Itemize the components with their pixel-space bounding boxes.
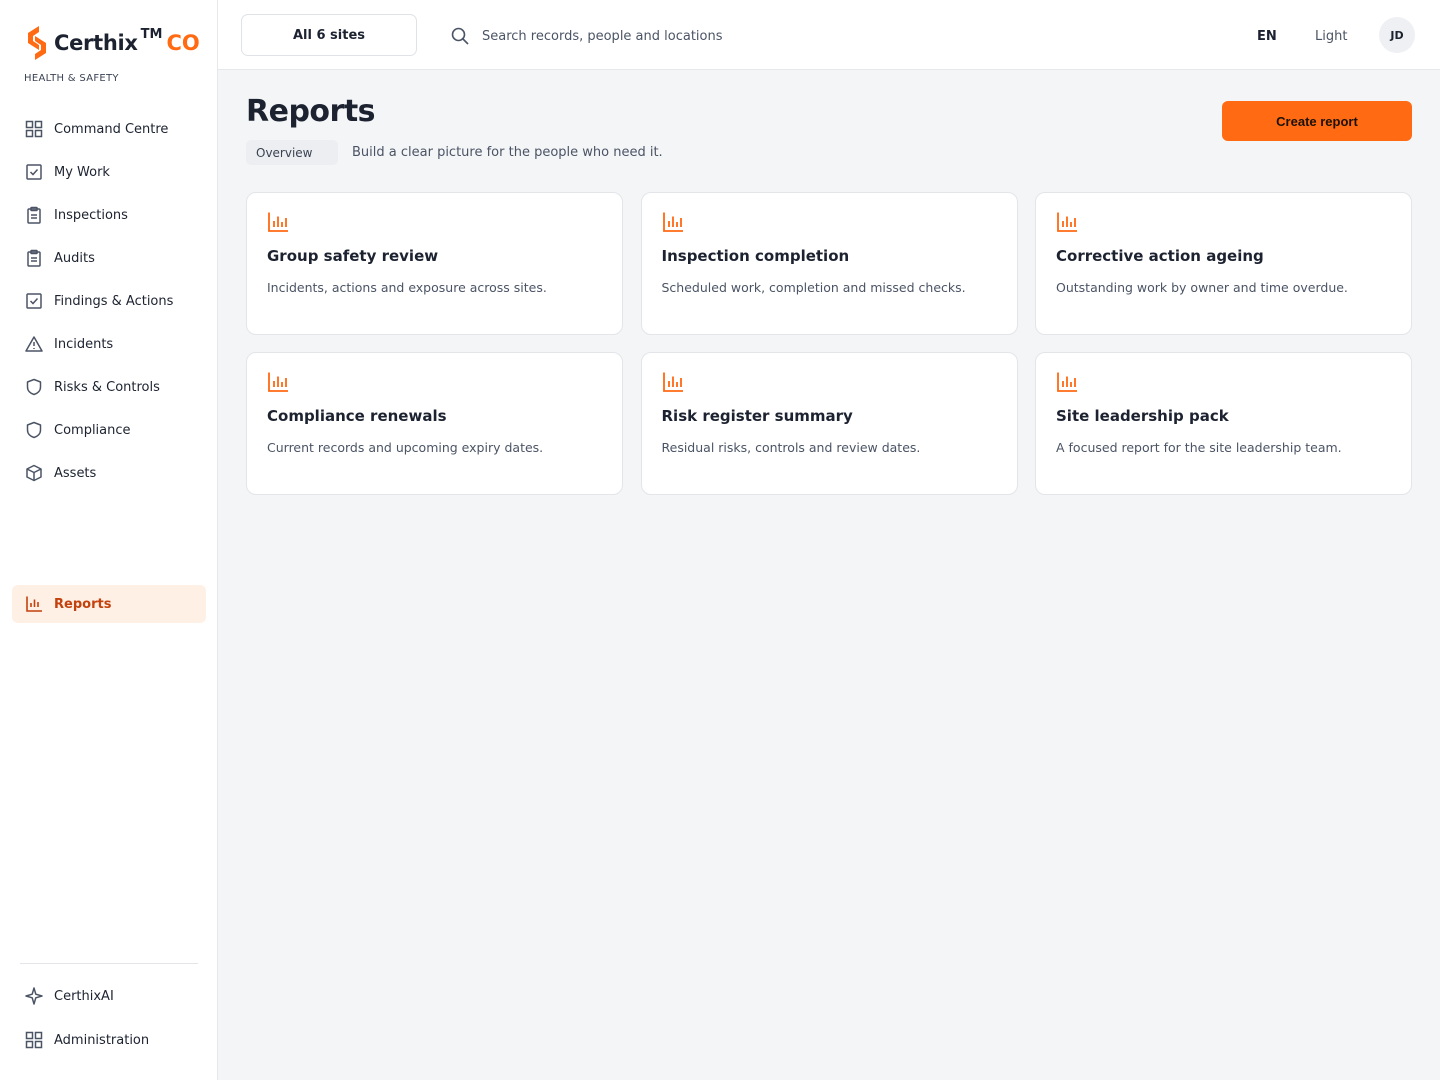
sidebar-item-reports[interactable]: Reports [12, 585, 206, 623]
sidebar-item-command-centre[interactable]: Command Centre [12, 110, 206, 148]
sidebar-item-incidents[interactable]: Incidents [12, 325, 206, 363]
brand-logo[interactable]: Certhix TM CO [24, 24, 200, 62]
theme-toggle[interactable]: Light [1315, 29, 1347, 44]
report-card-title: Site leadership pack [1056, 407, 1229, 425]
site-selector[interactable]: All 6 sites [241, 14, 417, 56]
sidebar-item-my-work[interactable]: My Work [12, 153, 206, 191]
user-avatar[interactable]: JD [1379, 17, 1415, 53]
certhix-logo-icon [28, 26, 46, 60]
sidebar-nav: Command Centre My Work Inspections Audit… [12, 110, 206, 497]
sidebar-item-label: Audits [54, 250, 95, 266]
page-title: Reports [246, 94, 376, 129]
language-switcher[interactable]: EN [1257, 29, 1277, 44]
bar-chart-icon [662, 372, 683, 392]
bar-chart-icon [1057, 372, 1077, 392]
sidebar-item-inspections[interactable]: Inspections [12, 196, 206, 234]
brand-name: Certhix [54, 31, 138, 55]
sidebar-item-risks-controls[interactable]: Risks & Controls [12, 368, 206, 406]
sidebar-reports-group: Reports [12, 585, 206, 628]
sidebar-item-label: My Work [54, 164, 110, 180]
bar-chart-icon [268, 212, 288, 232]
brand-trademark: TM [140, 26, 163, 42]
report-card-description: Outstanding work by owner and time overd… [1056, 280, 1348, 295]
bar-chart-icon [1057, 212, 1077, 232]
page-subtitle: Build a clear picture for the people who… [352, 145, 663, 160]
report-card-description: Scheduled work, completion and missed ch… [661, 280, 966, 295]
sidebar-item-label: Command Centre [54, 121, 169, 137]
report-card-inspection-completion[interactable]: Inspection completion Scheduled work, co… [640, 192, 1018, 335]
report-card-risk-register-summary[interactable]: Risk register summary Residual risks, co… [640, 352, 1018, 495]
sidebar-item-label: Findings & Actions [54, 293, 174, 309]
global-search [450, 24, 1010, 48]
shield-icon [24, 420, 44, 440]
report-card-title: Compliance renewals [267, 407, 447, 425]
search-input[interactable] [482, 28, 982, 44]
sidebar-item-certhixai[interactable]: CerthixAI [12, 977, 206, 1015]
shield-icon [24, 377, 44, 397]
sidebar-bottom-nav: CerthixAI Administration [12, 977, 206, 1065]
clipboard-icon [24, 205, 44, 225]
sidebar-item-label: Compliance [54, 422, 131, 438]
sidebar-item-label: Administration [54, 1032, 150, 1048]
report-card-description: A focused report for the site leadership… [1056, 440, 1342, 455]
sidebar-item-label: Assets [54, 465, 97, 481]
report-card-title: Risk register summary [661, 407, 853, 425]
report-card-description: Residual risks, controls and review date… [661, 440, 921, 455]
sidebar-divider [20, 963, 198, 964]
sidebar-item-compliance[interactable]: Compliance [12, 411, 206, 449]
bar-chart-icon [24, 594, 44, 614]
grid-icon [24, 1030, 44, 1050]
report-card-corrective-action-ageing[interactable]: Corrective action ageing Outstanding wor… [1035, 192, 1412, 335]
sidebar-item-label: Risks & Controls [54, 379, 160, 395]
sidebar-item-label: Inspections [54, 207, 128, 223]
tab-overview[interactable]: Overview [246, 140, 338, 165]
search-icon [450, 25, 472, 47]
report-card-title: Inspection completion [661, 247, 850, 265]
report-grid: Group safety review Incidents, actions a… [246, 192, 1412, 495]
sidebar-item-label: Incidents [54, 336, 114, 352]
create-report-button[interactable]: Create report [1222, 101, 1412, 141]
report-card-title: Corrective action ageing [1056, 247, 1264, 265]
checkbox-icon [24, 291, 44, 311]
report-card-description: Current records and upcoming expiry date… [267, 440, 544, 455]
sidebar-item-label: CerthixAI [54, 988, 114, 1004]
sidebar-item-administration[interactable]: Administration [12, 1021, 206, 1059]
warning-icon [24, 334, 44, 354]
sidebar-item-findings-actions[interactable]: Findings & Actions [12, 282, 206, 320]
topbar: All 6 sites EN Light JD [218, 0, 1440, 70]
sparkle-icon [24, 986, 44, 1006]
report-card-compliance-renewals[interactable]: Compliance renewals Current records and … [246, 352, 623, 495]
report-card-group-safety-review[interactable]: Group safety review Incidents, actions a… [246, 192, 623, 335]
bar-chart-icon [268, 372, 288, 392]
sidebar-item-label: Reports [54, 596, 112, 612]
sidebar-item-audits[interactable]: Audits [12, 239, 206, 277]
report-card-site-leadership-pack[interactable]: Site leadership pack A focused report fo… [1035, 352, 1412, 495]
box-icon [24, 463, 44, 483]
clipboard-icon [24, 248, 44, 268]
checkbox-icon [24, 162, 44, 182]
brand-suffix: CO [166, 31, 200, 55]
report-card-description: Incidents, actions and exposure across s… [267, 280, 547, 295]
report-card-title: Group safety review [267, 247, 439, 265]
sidebar-item-assets[interactable]: Assets [12, 454, 206, 492]
bar-chart-icon [662, 212, 683, 232]
grid-icon [24, 119, 44, 139]
brand-subtitle: HEALTH & SAFETY [24, 73, 119, 84]
sidebar: Certhix TM CO HEALTH & SAFETY Command Ce… [0, 0, 218, 1080]
